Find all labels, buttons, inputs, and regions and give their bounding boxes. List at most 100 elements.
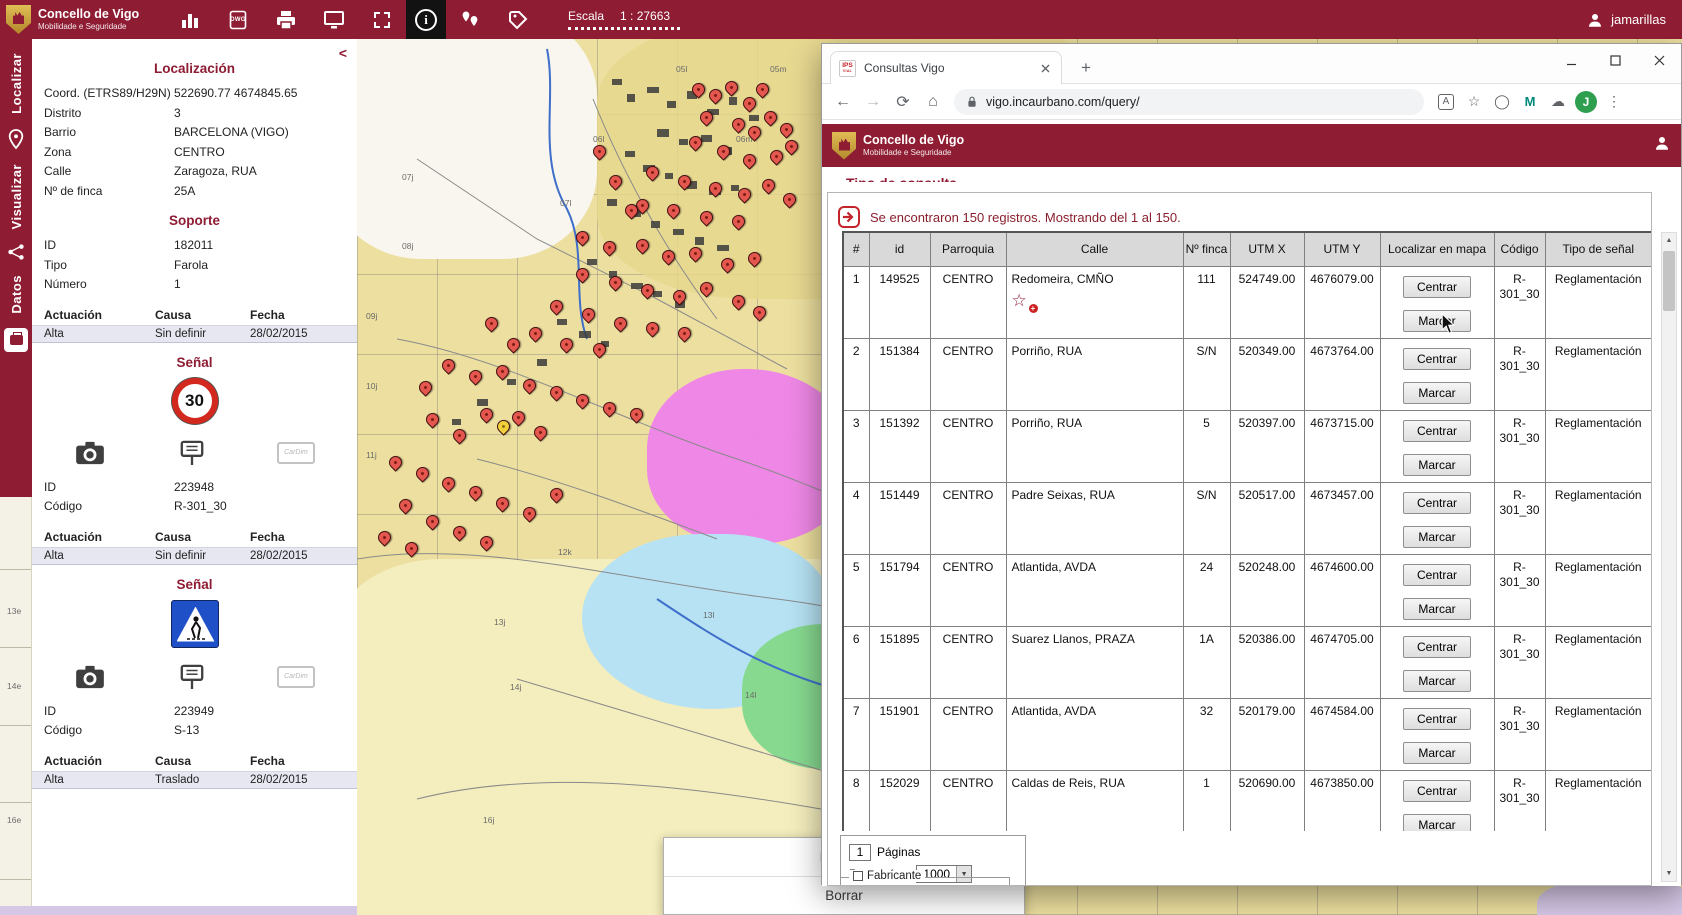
- calle-cell: Atlantida, AVDA: [1006, 698, 1183, 770]
- chart-tool-button[interactable]: [166, 0, 214, 39]
- marcar-button[interactable]: Marcar: [1403, 526, 1471, 548]
- section-title-soporte: Soporte: [32, 213, 357, 228]
- sidebar-item-datos[interactable]: Datos: [9, 275, 24, 314]
- scroll-down-icon[interactable]: ▼: [1662, 866, 1676, 881]
- table-cell: 520179.00: [1230, 698, 1304, 770]
- marcar-button[interactable]: Marcar: [1403, 814, 1471, 832]
- centrar-button[interactable]: Centrar: [1403, 276, 1471, 298]
- centrar-button[interactable]: Centrar: [1403, 636, 1471, 658]
- forward-button[interactable]: →: [858, 87, 888, 117]
- table-cell: 2: [843, 338, 869, 410]
- sidebar-item-visualizar[interactable]: Visualizar: [9, 164, 24, 229]
- browser-window: IPS VIAL Consultas Vigo + ← → ⟳ ⌂: [821, 43, 1682, 885]
- tab-close-icon[interactable]: [1037, 60, 1053, 76]
- translate-icon[interactable]: A: [1432, 88, 1460, 116]
- table-cell: 7: [843, 698, 869, 770]
- marcar-button[interactable]: Marcar: [1403, 670, 1471, 692]
- page-number-input[interactable]: [849, 844, 871, 861]
- tag-tool-button[interactable]: [494, 0, 542, 39]
- user-menu[interactable]: jamarillas: [1586, 11, 1682, 29]
- favorite-star-icon[interactable]: ☆+: [1012, 292, 1036, 312]
- sign-panel-icon[interactable]: [178, 664, 206, 690]
- table-cell: 520517.00: [1230, 482, 1304, 554]
- table-row: 2151384CENTROPorriño, RUAS/N520349.00467…: [843, 338, 1651, 410]
- field-row: Número1: [32, 275, 357, 295]
- localizar-cell: Centrar Marcar: [1380, 410, 1494, 482]
- map-zone-lavender-strip: [0, 906, 357, 915]
- actuacion-value-row: AltaTraslado28/02/2015: [32, 771, 357, 789]
- scrollbar-thumb[interactable]: [1663, 251, 1675, 311]
- table-cell: CENTRO: [930, 266, 1006, 338]
- scroll-up-icon[interactable]: ▲: [1662, 233, 1676, 248]
- bookmark-star-icon[interactable]: ☆: [1460, 88, 1488, 116]
- senal-1-media-row: CarDim: [32, 440, 357, 466]
- field-row: ZonaCENTRO: [32, 143, 357, 163]
- table-cell: 3: [843, 410, 869, 482]
- table-cell: 111: [1183, 266, 1230, 338]
- dwg-export-button[interactable]: DWG: [214, 0, 262, 39]
- results-table-body: 1149525CENTRORedomeira, CMÑO☆+111524749.…: [843, 266, 1651, 831]
- centrar-button[interactable]: Centrar: [1403, 708, 1471, 730]
- field-row: CódigoR-301_30: [32, 497, 357, 517]
- grid-label: 05m: [770, 64, 787, 74]
- grid-label: 13l: [703, 610, 714, 620]
- extension-circle-icon[interactable]: ◯: [1488, 88, 1516, 116]
- print-button[interactable]: [262, 0, 310, 39]
- tab-title: Consultas Vigo: [864, 61, 1037, 75]
- marcar-button[interactable]: Marcar: [1403, 382, 1471, 404]
- table-row: 3151392CENTROPorriño, RUA5520397.0046737…: [843, 410, 1651, 482]
- minimize-button[interactable]: [1549, 44, 1593, 76]
- centrar-button[interactable]: Centrar: [1403, 564, 1471, 586]
- table-cell: Reglamentación: [1545, 482, 1651, 554]
- browser-menu-icon[interactable]: ⋮: [1600, 88, 1628, 116]
- section-title-senal-1: Señal: [32, 355, 357, 370]
- location-pin-icon[interactable]: [7, 128, 25, 150]
- fullscreen-button[interactable]: [358, 0, 406, 39]
- page-user-icon[interactable]: [1653, 134, 1671, 157]
- soporte-fields: ID182011TipoFarolaNúmero1: [32, 236, 357, 295]
- column-header: #: [843, 232, 869, 266]
- centrar-button[interactable]: Centrar: [1403, 780, 1471, 802]
- marcar-button[interactable]: Marcar: [1403, 742, 1471, 764]
- extension-m-icon[interactable]: M: [1516, 88, 1544, 116]
- fabricante-checkbox[interactable]: [853, 871, 863, 881]
- reload-button[interactable]: ⟳: [888, 87, 918, 117]
- printer-icon: [275, 10, 297, 30]
- new-tab-button[interactable]: +: [1074, 56, 1098, 80]
- column-header: id: [869, 232, 930, 266]
- centrar-button[interactable]: Centrar: [1403, 492, 1471, 514]
- table-cell: CENTRO: [930, 698, 1006, 770]
- results-table: #idParroquiaCalleNº fincaUTM XUTM YLocal…: [842, 231, 1651, 831]
- result-message-row: Se encontraron 150 registros. Mostrando …: [838, 206, 1181, 228]
- panel-collapse-button[interactable]: <: [339, 45, 347, 61]
- grid-label: 05l: [676, 64, 687, 74]
- info-tool-button[interactable]: i: [406, 0, 446, 39]
- table-cell: R-301_30: [1494, 698, 1545, 770]
- marcar-button[interactable]: Marcar: [1403, 598, 1471, 620]
- share-nodes-icon[interactable]: [7, 243, 25, 261]
- back-button[interactable]: ←: [828, 87, 858, 117]
- browser-tab[interactable]: IPS VIAL Consultas Vigo: [830, 51, 1062, 84]
- column-header: UTM X: [1230, 232, 1304, 266]
- camera-icon[interactable]: [74, 441, 106, 465]
- camera-icon[interactable]: [74, 665, 106, 689]
- centrar-button[interactable]: Centrar: [1403, 420, 1471, 442]
- sidebar-item-localizar[interactable]: Localizar: [9, 53, 24, 114]
- address-bar[interactable]: vigo.incaurbano.com/query/: [954, 89, 1424, 115]
- signals-tool-button[interactable]: [446, 0, 494, 39]
- profile-avatar[interactable]: J: [1572, 88, 1600, 116]
- sidebar-briefcase-button[interactable]: [4, 328, 28, 352]
- grid-label: 09j: [366, 311, 377, 321]
- monitor-view-button[interactable]: [310, 0, 358, 39]
- marcar-button[interactable]: Marcar: [1403, 310, 1471, 332]
- close-button[interactable]: [1637, 44, 1681, 76]
- marcar-button[interactable]: Marcar: [1403, 454, 1471, 476]
- centrar-button[interactable]: Centrar: [1403, 348, 1471, 370]
- vertical-scrollbar[interactable]: ▲ ▼: [1661, 232, 1677, 882]
- sign-panel-icon[interactable]: [178, 440, 206, 466]
- localizar-cell: Centrar Marcar: [1380, 770, 1494, 831]
- cloud-icon[interactable]: ☁: [1544, 88, 1572, 116]
- home-button[interactable]: ⌂: [918, 87, 948, 117]
- column-header: Código: [1494, 232, 1545, 266]
- maximize-button[interactable]: [1593, 44, 1637, 76]
